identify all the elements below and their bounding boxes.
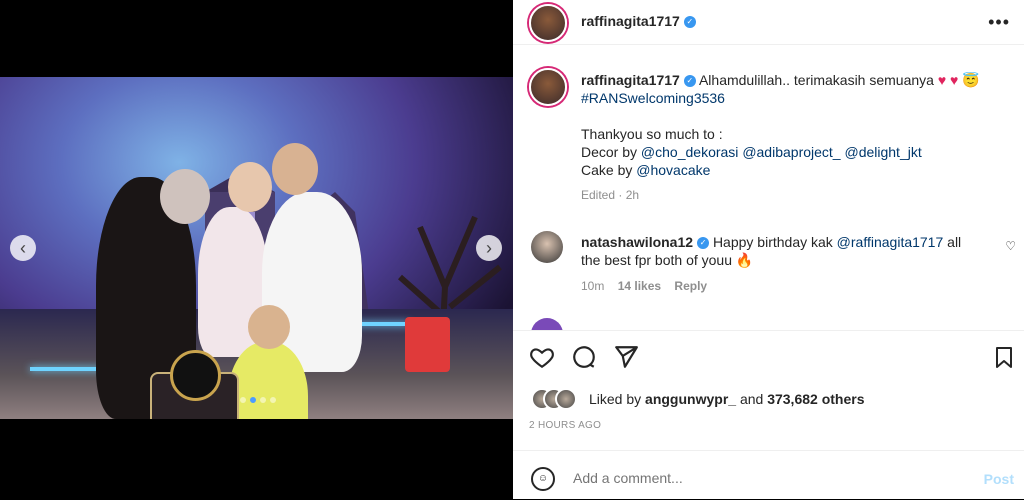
caption-first-line: raffinagita1717 ✓ Alhamdulillah.. terimak… — [581, 71, 1001, 89]
head — [160, 169, 210, 224]
cake-label: Cake by — [581, 162, 633, 178]
red-lamp — [405, 317, 450, 372]
more-options-icon[interactable]: ••• — [988, 12, 1010, 33]
verified-badge-icon: ✓ — [683, 75, 696, 88]
red-heart-emoji-icon: ♥ ♥ — [937, 72, 959, 88]
comment-bubble-icon[interactable] — [571, 344, 597, 370]
cake-topper — [170, 350, 221, 401]
post-timestamp[interactable]: 2 HOURS AGO — [529, 420, 601, 431]
comment-meta: 10m 14 likes Reply — [581, 277, 981, 295]
angel-emoji-icon: 😇 — [962, 72, 980, 88]
caption-avatar[interactable] — [529, 68, 567, 106]
cake-line: Cake by @hovacake — [581, 161, 1001, 179]
carousel-dot-active — [250, 397, 256, 403]
post-media: ‹ › — [0, 0, 513, 499]
mention-link[interactable]: @adibaproject_ — [742, 144, 840, 160]
like-heart-icon[interactable] — [529, 344, 555, 370]
edited-label: Edited · 2h — [581, 188, 640, 202]
add-comment-row: ☺ Post — [513, 450, 1024, 500]
carousel-indicator — [240, 397, 276, 403]
head — [228, 162, 272, 212]
post-details-panel: raffinagita1717 ✓ ••• raffinagita1717 ✓ Al… — [513, 0, 1024, 499]
share-send-icon[interactable] — [613, 344, 639, 370]
emoji-smiley-icon[interactable]: ☺ — [531, 467, 555, 491]
commenter-avatar[interactable] — [531, 231, 563, 263]
carousel-next-button[interactable]: › — [476, 235, 502, 261]
caption-text: Alhamdulillah.. terimakasih semuanya — [698, 72, 934, 88]
liker-username[interactable]: anggunwypr_ — [645, 391, 736, 407]
decor-label: Decor by — [581, 144, 638, 160]
like-comment-heart-icon[interactable]: ♡ — [1005, 239, 1016, 253]
mention-link[interactable]: @hovacake — [636, 162, 710, 178]
post-photo[interactable] — [0, 77, 513, 419]
thanks-line: Thankyou so much to : — [581, 126, 723, 142]
author-avatar[interactable] — [529, 4, 567, 42]
comment-input[interactable] — [571, 469, 955, 487]
carousel-dot — [240, 397, 246, 403]
save-bookmark-icon[interactable] — [992, 344, 1016, 370]
next-comment-cutoff — [513, 318, 1024, 331]
caption: raffinagita1717 ✓ Alhamdulillah.. terimak… — [581, 71, 1001, 204]
mention-link[interactable]: @raffinagita1717 — [837, 234, 944, 250]
decor-line: Decor by @cho_dekorasi @adibaproject_ @d… — [581, 143, 1001, 161]
likes-text: Liked by anggunwypr_ and 373,682 others — [589, 391, 865, 407]
likes-conjunction: and — [739, 391, 764, 407]
author-username[interactable]: raffinagita1717 — [581, 13, 680, 29]
post-actions — [513, 344, 1024, 372]
mention-link[interactable]: @delight_jkt — [844, 144, 921, 160]
carousel-dot — [270, 397, 276, 403]
post-header: raffinagita1717 ✓ ••• — [513, 0, 1024, 45]
liker-avatar — [555, 388, 577, 410]
hashtag-link[interactable]: #RANSwelcoming3536 — [581, 90, 725, 106]
commenter-username[interactable]: natashawilona12 — [581, 234, 693, 250]
comment-text: Happy birthday kak — [712, 234, 833, 250]
carousel-dot — [260, 397, 266, 403]
head — [248, 305, 290, 349]
verified-badge-icon: ✓ — [683, 15, 696, 28]
carousel-prev-button[interactable]: ‹ — [10, 235, 36, 261]
author-name-row: raffinagita1717 ✓ — [581, 13, 696, 31]
head — [272, 143, 318, 195]
fire-emoji-icon: 🔥 — [735, 252, 754, 268]
post-comment-button[interactable]: Post — [984, 471, 1014, 487]
comment-time: 10m — [581, 279, 605, 293]
mention-link[interactable]: @cho_dekorasi — [641, 144, 739, 160]
reply-button[interactable]: Reply — [674, 279, 707, 293]
likes-prefix: Liked by — [589, 391, 642, 407]
comment: natashawilona12 ✓ Happy birthday kak @raf… — [581, 233, 981, 295]
likes-count[interactable]: 373,682 others — [767, 391, 864, 407]
comment-likes[interactable]: 14 likes — [618, 279, 661, 293]
verified-badge-icon: ✓ — [697, 237, 710, 250]
caption-username[interactable]: raffinagita1717 — [581, 72, 680, 88]
